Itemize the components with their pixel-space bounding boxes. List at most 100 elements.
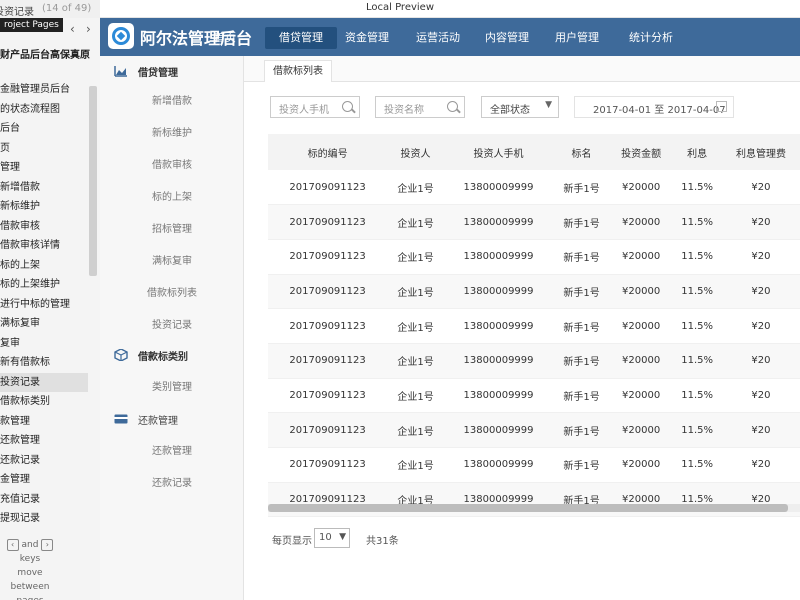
project-page-item[interactable]: 投资记录 (0, 372, 88, 392)
investment-table: 标的编号 投资人 投资人手机 标名 投资金额 利息 利息管理费 201709091123 企业… (268, 134, 800, 518)
date-range-input[interactable]: 2017-04-01 至 2017-04-07 (574, 96, 734, 118)
sidebar-item[interactable]: 借款审核 (100, 150, 244, 182)
nav-item[interactable]: 统计分析 (620, 27, 682, 49)
project-page-item[interactable]: 借款审核详情 (0, 236, 100, 256)
project-page-item[interactable]: 款管理 (0, 412, 100, 432)
total-count: 共31条 (366, 536, 399, 547)
nav-item[interactable]: 内容管理 (477, 27, 537, 49)
window-title: Local Preview (365, 2, 435, 13)
table-cell: 13800009999 (443, 412, 554, 448)
column-header[interactable]: 标的编号 (268, 134, 388, 170)
project-page-item[interactable]: 充值记录 (0, 490, 100, 510)
project-page-item[interactable]: 借款审核 (0, 217, 100, 237)
search-icon[interactable] (342, 101, 353, 112)
project-page-item[interactable]: 借款标类别 (0, 392, 100, 412)
sidebar-item[interactable]: 投资记录 (100, 310, 244, 342)
chevron-down-icon: ▼ (545, 100, 552, 110)
table-cell: 新手1号 (553, 412, 610, 448)
project-page-item[interactable]: 后台 (0, 119, 100, 139)
column-header[interactable]: 利息管理费 (721, 134, 800, 170)
investment-name-input[interactable]: 投资名称 (375, 96, 465, 118)
table-cell: ¥20 (721, 170, 800, 206)
sidebar-item[interactable]: 满标复审 (100, 246, 244, 278)
column-header[interactable]: 利息 (672, 134, 722, 170)
table-cell: 新手1号 (553, 447, 610, 483)
tab-loan-list[interactable]: 借款标列表 (264, 60, 332, 82)
table-cell: 201709091123 (268, 274, 388, 310)
next-page-icon[interactable]: › (86, 22, 91, 36)
table-cell: 201709091123 (268, 204, 388, 240)
nav-item[interactable]: 用户管理 (547, 27, 607, 49)
project-page-item[interactable]: 标的上架维护 (0, 275, 100, 295)
left-key-icon: ‹ (6, 539, 19, 551)
status-select[interactable]: 全部状态 ▼ (481, 96, 559, 118)
table-cell: 13800009999 (443, 170, 554, 206)
table-row[interactable]: 201709091123 企业1号 13800009999 新手1号 ¥20000 11.… (268, 412, 800, 448)
table-cell: ¥20000 (609, 204, 673, 240)
project-page-item[interactable]: 还款管理 (0, 431, 100, 451)
sidebar-item[interactable]: 还款记录 (100, 468, 244, 500)
table-cell: 13800009999 (443, 274, 554, 310)
column-header[interactable]: 投资人手机 (443, 134, 554, 170)
project-page-item[interactable]: 页 (0, 139, 100, 159)
nav-item[interactable]: 资金管理 (337, 27, 397, 49)
project-pages-tab[interactable]: roject Pages (0, 18, 63, 32)
nav-item[interactable]: 借贷管理 (265, 27, 337, 49)
table-row[interactable]: 201709091123 企业1号 13800009999 新手1号 ¥20000 11.… (268, 170, 800, 206)
project-page-item[interactable]: 满标复审 (0, 314, 100, 334)
horizontal-scrollbar[interactable] (268, 504, 800, 512)
sidebar-item[interactable]: 借款标列表 (100, 278, 244, 310)
table-cell: ¥20 (721, 447, 800, 483)
nav-item[interactable]: 运营活动 (407, 27, 469, 49)
project-page-item[interactable]: 进行中标的管理 (0, 295, 100, 315)
table-row[interactable]: 201709091123 企业1号 13800009999 新手1号 ¥20000 11.… (268, 239, 800, 275)
sidebar-group-category[interactable]: 借款标类别 (100, 342, 244, 368)
table-row[interactable]: 201709091123 企业1号 13800009999 新手1号 ¥20000 11.… (268, 343, 800, 379)
project-page-item[interactable]: 还款记录 (0, 451, 100, 471)
column-header[interactable]: 标名 (553, 134, 610, 170)
nav-item[interactable]: 首页 (202, 27, 248, 49)
project-page-item[interactable]: 金管理 (0, 470, 100, 490)
project-page-item[interactable]: 复审 (0, 334, 100, 354)
sidebar-item[interactable]: 招标管理 (100, 214, 244, 246)
project-heading: 财产品后台高保真原 (0, 50, 90, 61)
project-page-item[interactable]: 新有借款标 (0, 353, 100, 373)
sidebar-item[interactable]: 标的上架 (100, 182, 244, 214)
table-cell: 企业1号 (387, 447, 444, 483)
table-cell: ¥20 (721, 412, 800, 448)
table-cell: 201709091123 (268, 343, 388, 379)
column-header[interactable]: 投资人 (387, 134, 444, 170)
right-key-icon: › (41, 539, 54, 551)
project-page-item[interactable]: 标的上架 (0, 256, 100, 276)
project-scrollbar[interactable] (89, 86, 97, 276)
table-row[interactable]: 201709091123 企业1号 13800009999 新手1号 ¥20000 11.… (268, 274, 800, 310)
table-row[interactable]: 201709091123 企业1号 13800009999 新手1号 ¥20000 11.… (268, 204, 800, 240)
sidebar-item[interactable]: 还款管理 (100, 436, 244, 468)
sidebar-group-loan[interactable]: 借贷管理 (100, 58, 244, 84)
search-icon[interactable] (447, 101, 458, 112)
project-page-item[interactable]: 新增借款 (0, 178, 100, 198)
column-header[interactable]: 投资金额 (609, 134, 673, 170)
calendar-icon[interactable] (716, 101, 727, 112)
project-page-item[interactable]: 新标维护 (0, 197, 100, 217)
table-cell: ¥20000 (609, 343, 673, 379)
table-row[interactable]: 201709091123 企业1号 13800009999 新手1号 ¥20000 11.… (268, 447, 800, 483)
project-page-item[interactable]: 管理 (0, 158, 100, 178)
project-page-item[interactable]: 提现记录 (0, 509, 100, 529)
table-cell: 11.5% (672, 343, 722, 379)
investor-phone-input[interactable]: 投资人手机 (270, 96, 360, 118)
table-cell: 新手1号 (553, 204, 610, 240)
sidebar-item[interactable]: 新标维护 (100, 118, 244, 150)
table-row[interactable]: 201709091123 企业1号 13800009999 新手1号 ¥20000 11.… (268, 378, 800, 414)
sidebar-item[interactable]: 新增借款 (100, 86, 244, 118)
per-page-select[interactable]: 10 ▼ (314, 528, 350, 548)
table-cell: 13800009999 (443, 239, 554, 275)
table-row[interactable]: 201709091123 企业1号 13800009999 新手1号 ¥20000 11.… (268, 308, 800, 344)
project-page-item[interactable]: 的状态流程图 (0, 100, 100, 120)
prev-page-icon[interactable]: ‹ (70, 22, 75, 36)
sidebar-item[interactable]: 类别管理 (100, 372, 244, 404)
table-cell: ¥20 (721, 204, 800, 240)
sidebar-group-repay[interactable]: 还款管理 (100, 406, 244, 432)
project-page-item[interactable]: 金融管理员后台 (0, 80, 100, 100)
table-cell: ¥20 (721, 239, 800, 275)
